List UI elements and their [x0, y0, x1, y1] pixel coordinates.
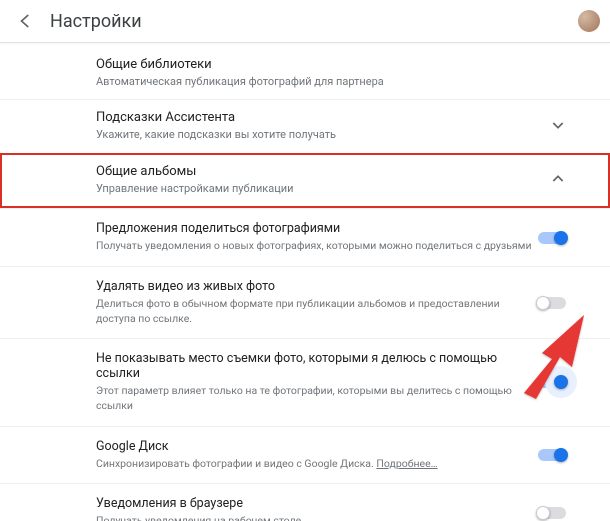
- section-subtitle: Автоматическая публикация фотографий для…: [96, 74, 572, 89]
- page-title: Настройки: [50, 11, 578, 32]
- row-title: Удалять видео из живых фото: [96, 279, 538, 294]
- avatar[interactable]: [578, 10, 600, 32]
- row-subtitle-text: Синхронизировать фотографии и видео с Go…: [96, 457, 376, 470]
- chevron-up-icon: [550, 171, 566, 191]
- toggle-remove-live-video[interactable]: [538, 297, 566, 309]
- row-remove-live-video: Удалять видео из живых фото Делиться фот…: [0, 266, 610, 338]
- section-subtitle: Управление настройками публикации: [96, 181, 572, 196]
- row-title: Предложения поделиться фотографиями: [96, 221, 538, 236]
- row-subtitle: Синхронизировать фотографии и видео с Go…: [96, 457, 538, 472]
- row-subtitle: Получать уведомления о новых фотографиях…: [96, 239, 538, 254]
- row-google-drive: Google Диск Синхронизировать фотографии …: [0, 426, 610, 484]
- toggle-share-suggestions[interactable]: [538, 232, 566, 244]
- chevron-down-icon: [550, 117, 566, 137]
- row-browser-notifications: Уведомления в браузере Получать уведомле…: [0, 483, 610, 521]
- arrow-left-icon: [17, 12, 35, 30]
- row-title: Не показывать место съемки фото, которым…: [96, 351, 538, 381]
- learn-more-link[interactable]: Подробнее…: [376, 457, 437, 470]
- section-assistant-hints[interactable]: Подсказки Ассистента Укажите, какие подс…: [0, 99, 610, 152]
- settings-content: Общие библиотеки Автоматическая публикац…: [0, 43, 610, 521]
- toggle-hide-location[interactable]: [538, 376, 566, 388]
- row-subtitle: Получать уведомления на рабочем столе: [96, 514, 538, 521]
- section-shared-libraries[interactable]: Общие библиотеки Автоматическая публикац…: [0, 43, 610, 99]
- app-header: Настройки: [0, 0, 610, 43]
- toggle-browser-notifications[interactable]: [538, 507, 566, 519]
- row-share-suggestions: Предложения поделиться фотографиями Полу…: [0, 208, 610, 266]
- toggle-google-drive[interactable]: [538, 449, 566, 461]
- back-button[interactable]: [12, 7, 40, 35]
- section-title: Общие библиотеки: [96, 57, 572, 72]
- section-subtitle: Укажите, какие подсказки вы хотите получ…: [96, 127, 572, 142]
- row-title: Уведомления в браузере: [96, 496, 538, 511]
- section-title: Общие альбомы: [96, 164, 572, 179]
- row-subtitle: Этот параметр влияет только на те фотогр…: [96, 384, 538, 413]
- row-hide-location: Не показывать место съемки фото, которым…: [0, 338, 610, 425]
- row-subtitle: Делиться фото в обычном формате при публ…: [96, 297, 538, 326]
- section-shared-albums[interactable]: Общие альбомы Управление настройками пуб…: [0, 153, 610, 208]
- section-title: Подсказки Ассистента: [96, 110, 572, 125]
- row-title: Google Диск: [96, 439, 538, 454]
